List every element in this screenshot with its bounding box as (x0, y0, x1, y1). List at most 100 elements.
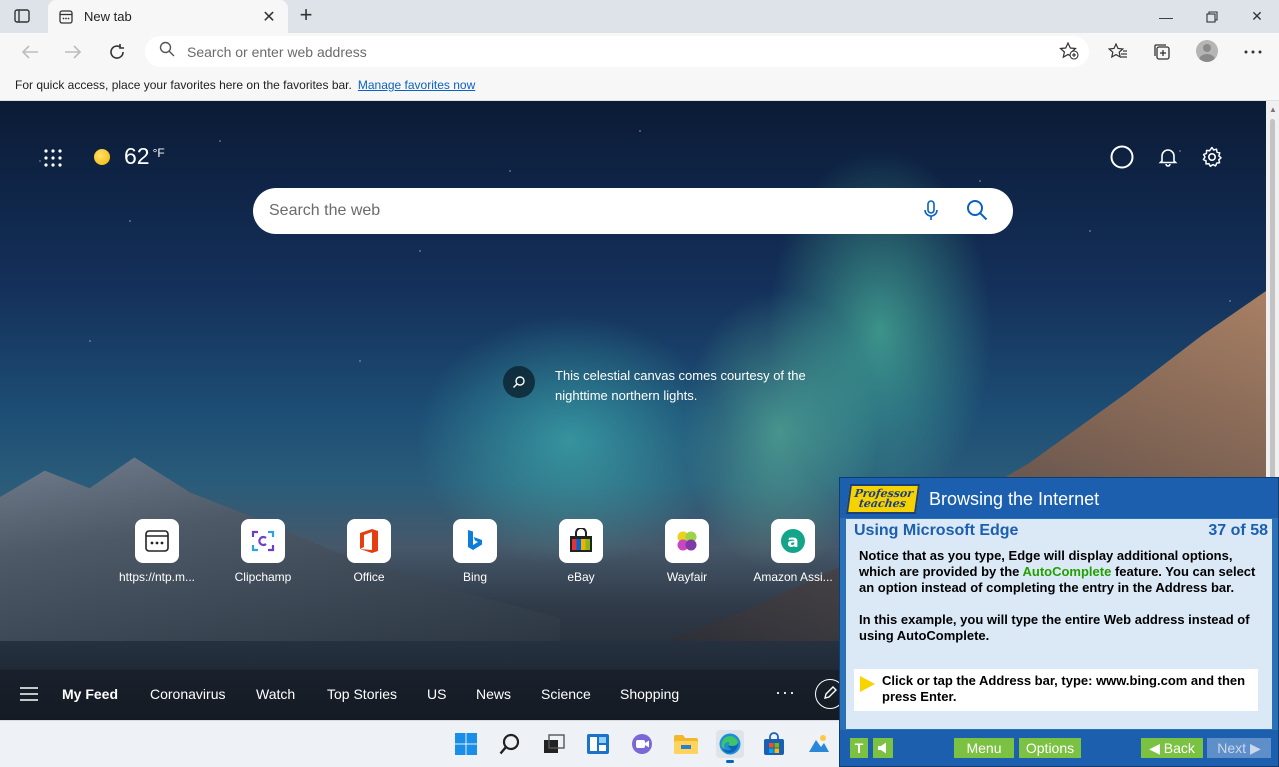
tutorial-instruction: Click or tap the Address bar, type: www.… (854, 669, 1258, 711)
quicklink-label: Amazon Assi... (753, 570, 833, 584)
quicklink-wayfair[interactable]: Wayfair (643, 519, 731, 584)
quicklink-label: Bing (462, 570, 488, 584)
tutorial-title: Browsing the Internet (929, 489, 1100, 509)
amazon-icon: a (771, 519, 815, 563)
feed-menu-hamburger-icon[interactable] (20, 687, 38, 701)
menu-button[interactable]: Menu (954, 738, 1014, 758)
weather-widget[interactable]: 62 °F (94, 143, 165, 170)
ebay-icon (559, 519, 603, 563)
widgets-icon[interactable] (584, 730, 612, 758)
weather-unit: °F (152, 145, 165, 160)
search-magnifier-icon[interactable] (966, 199, 988, 226)
teams-chat-icon[interactable] (628, 730, 656, 758)
image-caption-text: This celestial canvas comes courtesy of … (555, 368, 806, 403)
quicklink-clipchamp[interactable]: Clipchamp (219, 519, 307, 584)
refresh-icon[interactable] (104, 39, 130, 65)
tutorial-footer: T Menu Options ◀ Back Next ▶ (840, 730, 1278, 766)
favorites-bar-hint: For quick access, place your favorites h… (15, 78, 352, 92)
back-arrow-icon[interactable] (17, 39, 43, 65)
visual-search-icon[interactable] (503, 366, 535, 398)
quicklink-label: eBay (567, 570, 595, 584)
windows-taskbar (0, 720, 840, 767)
clipchamp-icon (241, 519, 285, 563)
feed-tab-watch[interactable]: Watch (256, 686, 295, 702)
tutorial-paragraph-2: In this example, you will type the entir… (859, 612, 1250, 643)
tutorial-header: Professor teaches Browsing the Internet (840, 478, 1278, 518)
quicklink-office[interactable]: Office (325, 519, 413, 584)
professor-teaches-logo: Professor teaches (845, 484, 921, 514)
next-button[interactable]: Next ▶ (1207, 738, 1271, 758)
tab-close-icon[interactable]: ✕ (260, 7, 278, 27)
favorites-icon[interactable] (1107, 41, 1129, 63)
feed-tab-science[interactable]: Science (541, 686, 591, 702)
options-button[interactable]: Options (1019, 738, 1081, 758)
office-icon (347, 519, 391, 563)
quicklink-label: https://ntp.m... (118, 570, 196, 584)
text-toggle-button[interactable]: T (850, 738, 868, 758)
feed-tab-news[interactable]: News (476, 686, 511, 702)
quicklink-label: Office (353, 570, 385, 584)
back-button[interactable]: ◀ Back (1141, 738, 1203, 758)
quicklink-bing[interactable]: Bing (431, 519, 519, 584)
photos-icon[interactable] (804, 730, 832, 758)
web-search-input[interactable] (269, 202, 909, 220)
feed-tab-us[interactable]: US (427, 686, 446, 702)
close-window-icon[interactable]: ✕ (1234, 0, 1279, 33)
settings-gear-icon[interactable] (1200, 145, 1224, 169)
tutorial-paragraph-1: Notice that as you type, Edge will displ… (859, 548, 1259, 596)
scroll-up-arrow-icon[interactable]: ▲ (1269, 105, 1277, 114)
notification-bell-icon[interactable] (1156, 145, 1180, 169)
new-tab-favicon-icon (58, 9, 74, 25)
profile-avatar[interactable] (1196, 40, 1218, 62)
forward-arrow-icon[interactable] (60, 39, 86, 65)
address-bar[interactable] (145, 36, 1089, 67)
search-icon (159, 41, 175, 62)
quicklink-amazon[interactable]: a Amazon Assi... (749, 519, 837, 584)
app-launcher-grid-icon[interactable] (44, 149, 62, 167)
windows-start-icon[interactable] (452, 730, 480, 758)
task-view-icon[interactable] (540, 730, 568, 758)
edge-browser-icon[interactable] (716, 730, 744, 763)
tab-new-tab[interactable]: New tab ✕ (48, 0, 288, 33)
new-tab-plus-icon[interactable]: + (295, 4, 317, 27)
tab-actions-icon[interactable] (12, 7, 32, 25)
website-icon (135, 519, 179, 563)
tutorial-panel: Professor teaches Browsing the Internet … (839, 477, 1279, 767)
weather-temperature: 62 (124, 143, 150, 169)
taskbar-search-icon[interactable] (496, 730, 524, 758)
more-options-icon[interactable] (1242, 41, 1264, 63)
quicklink-label: Clipchamp (234, 570, 292, 584)
minimize-icon[interactable]: — (1143, 0, 1189, 33)
feed-tab-shopping[interactable]: Shopping (620, 686, 679, 702)
add-favorite-star-icon[interactable] (1059, 41, 1079, 65)
file-explorer-icon[interactable] (672, 730, 700, 758)
favorites-bar: For quick access, place your favorites h… (0, 70, 1279, 101)
microphone-icon[interactable] (923, 200, 939, 227)
quicklink-ntp[interactable]: https://ntp.m... (113, 519, 201, 584)
collections-icon[interactable] (1151, 41, 1173, 63)
feed-more-button[interactable]: ··· (775, 682, 796, 703)
web-search-box[interactable] (253, 188, 1013, 234)
audio-speaker-icon[interactable] (873, 738, 893, 758)
lesson-name: Using Microsoft Edge (854, 522, 1019, 539)
wayfair-icon (665, 519, 709, 563)
sun-icon (94, 148, 110, 165)
bing-icon (453, 519, 497, 563)
image-caption[interactable]: This celestial canvas comes courtesy of … (503, 366, 815, 406)
tab-strip: New tab ✕ + — ✕ (0, 0, 1279, 33)
step-counter: 37 of 58 (1208, 522, 1268, 539)
feed-tab-top-stories[interactable]: Top Stories (327, 686, 397, 702)
logo-text: Professor teaches (853, 487, 915, 510)
tutorial-subheader: Using Microsoft Edge 37 of 58 (846, 519, 1272, 541)
address-input[interactable] (187, 43, 1047, 60)
feed-tab-coronavirus[interactable]: Coronavirus (150, 686, 225, 702)
restore-icon[interactable] (1189, 0, 1235, 33)
instruction-arrow-icon (860, 676, 875, 692)
instruction-text: Click or tap the Address bar, type: www.… (882, 673, 1246, 704)
rewards-circle-icon[interactable] (1110, 145, 1134, 169)
quicklink-ebay[interactable]: eBay (537, 519, 625, 584)
microsoft-store-icon[interactable] (760, 730, 788, 758)
autocomplete-highlight: AutoComplete (1022, 564, 1112, 579)
feed-tab-my-feed[interactable]: My Feed (62, 686, 118, 702)
manage-favorites-link[interactable]: Manage favorites now (358, 78, 475, 92)
